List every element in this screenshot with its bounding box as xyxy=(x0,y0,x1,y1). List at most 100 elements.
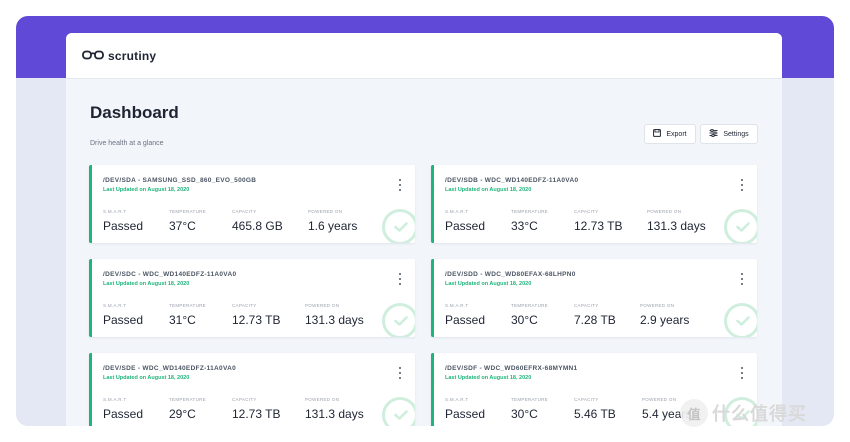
stat-label: TEMPERATURE xyxy=(511,303,548,308)
stat-label: POWERED ON xyxy=(640,303,675,308)
drive-name: /DEV/SDE - WDC_WD140EDFZ-11A0VA0 xyxy=(103,365,237,372)
export-label: Export xyxy=(666,130,687,138)
more-vertical-icon[interactable] xyxy=(397,367,403,379)
watermark: 值 什么值得买 xyxy=(680,399,807,427)
smart-status: Passed xyxy=(445,313,486,327)
stat-smart: S.M.A.R.T Passed xyxy=(445,303,485,327)
stat-label: S.M.A.R.T xyxy=(103,303,127,308)
stat-label: POWERED ON xyxy=(647,209,682,214)
more-vertical-icon[interactable] xyxy=(739,367,745,379)
last-updated: Last Updated on August 18, 2020 xyxy=(445,187,532,193)
stat-label: TEMPERATURE xyxy=(169,303,206,308)
check-circle-icon xyxy=(724,209,757,243)
powered-on-value: 1.6 years xyxy=(308,219,358,233)
app-window: scrutiny Dashboard Drive health at a gla… xyxy=(66,33,782,426)
stat-powered-on: POWERED ON 2.9 years xyxy=(640,303,689,327)
smart-status: Passed xyxy=(103,313,144,327)
temperature-value: 30°C xyxy=(511,407,538,421)
stat-temperature: TEMPERATURE 37°C xyxy=(169,209,206,233)
last-updated: Last Updated on August 18, 2020 xyxy=(445,375,532,381)
stat-powered-on: POWERED ON 131.3 days xyxy=(647,209,706,233)
stat-capacity: CAPACITY 12.73 TB xyxy=(574,209,622,233)
stat-smart: S.M.A.R.T Passed xyxy=(445,397,485,421)
capacity-value: 12.73 TB xyxy=(574,219,623,233)
capacity-value: 7.28 TB xyxy=(574,313,616,327)
last-updated: Last Updated on August 18, 2020 xyxy=(103,187,190,193)
drive-card[interactable]: /DEV/SDA - SAMSUNG_SSD_860_EVO_500GB Las… xyxy=(89,165,415,243)
glasses-icon xyxy=(82,47,104,65)
stat-label: S.M.A.R.T xyxy=(445,397,469,402)
logo-text: scrutiny xyxy=(108,49,157,63)
check-circle-icon xyxy=(382,397,415,426)
stat-label: S.M.A.R.T xyxy=(103,209,127,214)
drive-card[interactable]: /DEV/SDD - WDC_WD80EFAX-68LHPN0 Last Upd… xyxy=(431,259,757,337)
more-vertical-icon[interactable] xyxy=(739,179,745,191)
stat-smart: S.M.A.R.T Passed xyxy=(103,209,143,233)
settings-button[interactable]: Settings xyxy=(700,124,758,144)
drive-card[interactable]: /DEV/SDE - WDC_WD140EDFZ-11A0VA0 Last Up… xyxy=(89,353,415,426)
logo[interactable]: scrutiny xyxy=(82,47,156,65)
stat-label: CAPACITY xyxy=(232,209,257,214)
stat-label: S.M.A.R.T xyxy=(103,397,127,402)
stat-label: TEMPERATURE xyxy=(511,397,548,402)
check-circle-icon xyxy=(724,303,757,337)
check-circle-icon xyxy=(382,303,415,337)
sliders-icon xyxy=(709,129,718,139)
drive-name: /DEV/SDB - WDC_WD140EDFZ-11A0VA0 xyxy=(445,177,579,184)
smart-status: Passed xyxy=(445,219,486,233)
screenshot-frame: scrutiny Dashboard Drive health at a gla… xyxy=(16,16,834,426)
check-circle-icon xyxy=(382,209,415,243)
more-vertical-icon[interactable] xyxy=(739,273,745,285)
more-vertical-icon[interactable] xyxy=(397,179,403,191)
stat-label: POWERED ON xyxy=(305,397,340,402)
top-bar: scrutiny xyxy=(66,33,782,79)
powered-on-value: 131.3 days xyxy=(305,313,364,327)
save-icon xyxy=(653,129,662,139)
drive-card[interactable]: /DEV/SDB - WDC_WD140EDFZ-11A0VA0 Last Up… xyxy=(431,165,757,243)
stat-label: TEMPERATURE xyxy=(511,209,548,214)
stat-temperature: TEMPERATURE 33°C xyxy=(511,209,548,233)
drive-name: /DEV/SDF - WDC_WD60EFRX-68MYMN1 xyxy=(445,365,578,372)
stat-label: TEMPERATURE xyxy=(169,209,206,214)
stat-powered-on: POWERED ON 1.6 years xyxy=(308,209,357,233)
stat-label: CAPACITY xyxy=(232,303,257,308)
drive-name: /DEV/SDD - WDC_WD80EFAX-68LHPN0 xyxy=(445,271,576,278)
stat-label: CAPACITY xyxy=(574,209,599,214)
stat-capacity: CAPACITY 7.28 TB xyxy=(574,303,616,327)
stat-capacity: CAPACITY 465.8 GB xyxy=(232,209,283,233)
stat-capacity: CAPACITY 12.73 TB xyxy=(232,397,280,421)
stat-label: S.M.A.R.T xyxy=(445,303,469,308)
more-vertical-icon[interactable] xyxy=(397,273,403,285)
stat-capacity: CAPACITY 5.46 TB xyxy=(574,397,616,421)
page-title: Dashboard xyxy=(90,103,179,122)
watermark-text: 什么值得买 xyxy=(712,404,807,424)
stat-label: TEMPERATURE xyxy=(169,397,206,402)
page-subtitle: Drive health at a glance xyxy=(90,140,164,147)
export-button[interactable]: Export xyxy=(644,124,696,144)
stat-temperature: TEMPERATURE 29°C xyxy=(169,397,206,421)
powered-on-value: 131.3 days xyxy=(305,407,364,421)
stat-smart: S.M.A.R.T Passed xyxy=(103,397,143,421)
drive-card[interactable]: /DEV/SDC - WDC_WD140EDFZ-11A0VA0 Last Up… xyxy=(89,259,415,337)
capacity-value: 465.8 GB xyxy=(232,219,283,233)
powered-on-value: 2.9 years xyxy=(640,313,690,327)
stat-label: S.M.A.R.T xyxy=(445,209,469,214)
stat-label: CAPACITY xyxy=(574,397,599,402)
stat-smart: S.M.A.R.T Passed xyxy=(103,303,143,327)
stat-label: CAPACITY xyxy=(232,397,257,402)
stat-powered-on: POWERED ON 131.3 days xyxy=(305,303,364,327)
stat-label: POWERED ON xyxy=(308,209,343,214)
last-updated: Last Updated on August 18, 2020 xyxy=(103,281,190,287)
temperature-value: 29°C xyxy=(169,407,196,421)
smart-status: Passed xyxy=(445,407,486,421)
temperature-value: 33°C xyxy=(511,219,538,233)
temperature-value: 37°C xyxy=(169,219,196,233)
stat-label: CAPACITY xyxy=(574,303,599,308)
settings-label: Settings xyxy=(723,130,749,138)
stat-temperature: TEMPERATURE 30°C xyxy=(511,397,548,421)
stat-powered-on: POWERED ON 131.3 days xyxy=(305,397,364,421)
stat-temperature: TEMPERATURE 31°C xyxy=(169,303,206,327)
powered-on-value: 131.3 days xyxy=(647,219,706,233)
capacity-value: 12.73 TB xyxy=(232,407,281,421)
capacity-value: 12.73 TB xyxy=(232,313,281,327)
